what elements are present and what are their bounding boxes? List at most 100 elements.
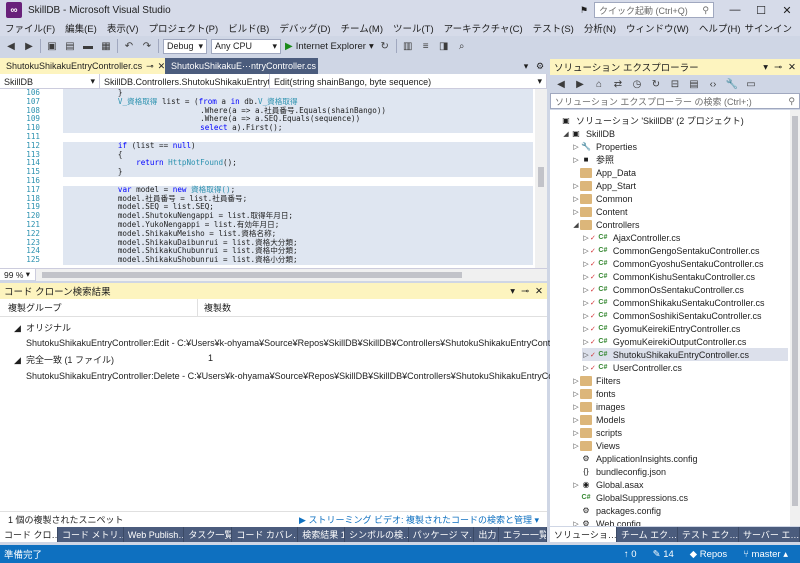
tree-item[interactable]: ▷ fonts [572, 387, 788, 400]
tree-item[interactable]: App_Data [572, 166, 788, 179]
member-dropdown[interactable]: Edit(string shainBango, byte sequence) ▾ [270, 74, 547, 89]
tab-shutoku-controller-preview[interactable]: ShutokuShikakuE···ntryController.cs [165, 58, 318, 74]
close-icon[interactable]: ✕ [535, 286, 543, 297]
code-horizontal-scrollbar[interactable] [36, 268, 547, 281]
bottom-tab[interactable]: 検索結果 1 [298, 527, 345, 542]
save-icon[interactable]: ▬ [81, 39, 95, 53]
history-icon[interactable]: ◷ [630, 77, 644, 91]
push-count[interactable]: ↑ 0 [624, 549, 637, 560]
expand-arrow-icon[interactable]: ▷ [572, 403, 580, 411]
tree-item[interactable]: ▷ Models [572, 413, 788, 426]
tree-item[interactable]: ▷ ✓ C# CommonOsSentakuController.cs [582, 283, 788, 296]
expand-arrow-icon[interactable]: ▷ [572, 143, 580, 151]
clone-result-row[interactable]: ShutokuShikakuEntryController:Delete - C… [26, 371, 578, 381]
column-header-group[interactable]: 複製グループ [0, 298, 198, 317]
undo-icon[interactable]: ↶ [122, 39, 136, 53]
scrollbar-thumb[interactable] [42, 271, 462, 278]
streaming-video-link[interactable]: ▶ ストリーミング ビデオ: 複製されたコードの検索と管理 ▾ [299, 513, 539, 526]
solution-bottom-tab[interactable]: ソリューショ… [550, 527, 617, 542]
close-button[interactable]: ✕ [774, 0, 800, 20]
bookmark-icon[interactable]: ◨ [437, 39, 451, 53]
bottom-tab[interactable]: Web Publish… [124, 527, 185, 542]
feedback-flag-icon[interactable]: ⚑ [580, 5, 588, 16]
tree-item[interactable]: ▷ ✓ C# CommonShikakuSentakuController.cs [582, 296, 788, 309]
tree-item[interactable]: {} bundleconfig.json [572, 465, 788, 478]
close-icon[interactable]: ✕ [788, 62, 796, 73]
show-all-files-icon[interactable]: ▤ [687, 77, 701, 91]
expand-arrow-icon[interactable]: ▷ [582, 234, 590, 242]
clone-group-exact[interactable]: ◢ 完全一致 (1 ファイル) [14, 353, 114, 366]
properties-icon[interactable]: 🔧 [725, 77, 739, 91]
expand-arrow-icon[interactable]: ▷ [582, 338, 590, 346]
expand-arrow-icon[interactable]: ▷ [582, 260, 590, 268]
expand-arrow-icon[interactable]: ▷ [572, 442, 580, 450]
expand-arrow-icon[interactable]: ▷ [572, 208, 580, 216]
expand-arrow-icon[interactable]: ▷ [582, 364, 590, 372]
expand-arrow-icon[interactable]: ▷ [572, 182, 580, 190]
expand-arrow-icon[interactable]: ▷ [572, 156, 580, 164]
platform-select[interactable]: Any CPU ▾ [211, 38, 281, 54]
menu-item[interactable]: ヘルプ(H) [694, 21, 746, 35]
back-icon[interactable]: ◀ [554, 77, 568, 91]
view-code-icon[interactable]: ‹› [706, 77, 720, 91]
menu-item[interactable]: 表示(V) [102, 21, 144, 35]
solution-config-select[interactable]: Debug ▾ [163, 38, 207, 54]
signin-link[interactable]: サインイン [744, 20, 792, 36]
tree-item[interactable]: ▷ ✓ C# GyomuKeirekiEntryController.cs [582, 322, 788, 335]
tree-item[interactable]: ▷ Content [572, 205, 788, 218]
tree-item[interactable]: ⚙ packages.config [572, 504, 788, 517]
menu-item[interactable]: ツール(T) [388, 21, 439, 35]
expand-arrow-icon[interactable]: ◢ [562, 130, 570, 138]
zoom-level[interactable]: 99 % ▾ [0, 268, 36, 281]
class-dropdown[interactable]: SkillDB.Controllers.ShutokuShikakuEntryt… [100, 74, 270, 89]
code-editor[interactable]: 106 } 107 V_資格取得 list = (from a in db.V_資… [0, 89, 547, 268]
tree-item[interactable]: C# GlobalSuppressions.cs [572, 491, 788, 504]
solution-vertical-scrollbar[interactable] [790, 110, 800, 526]
pin-icon[interactable]: ⊸ [774, 62, 782, 73]
expand-arrow-icon[interactable]: ◢ [14, 355, 21, 365]
bottom-tab[interactable]: エラー一覧 [499, 527, 547, 542]
refresh-icon[interactable]: ↻ [378, 39, 392, 53]
tab-list-icon[interactable]: ▾ [519, 58, 533, 74]
bottom-tab[interactable]: 出力 [474, 527, 499, 542]
tree-item[interactable]: ▷ Common [572, 192, 788, 205]
tree-item[interactable]: ▷ ✓ C# AjaxController.cs [582, 231, 788, 244]
tree-item[interactable]: ⚙ ApplicationInsights.config [572, 452, 788, 465]
menu-item[interactable]: アーキテクチャ(C) [439, 21, 528, 35]
menu-item[interactable]: プロジェクト(P) [143, 21, 223, 35]
tree-item[interactable]: ▷ scripts [572, 426, 788, 439]
menu-item[interactable]: テスト(S) [528, 21, 579, 35]
chevron-down-icon[interactable]: ▾ [510, 286, 515, 297]
expand-arrow-icon[interactable]: ▷ [572, 481, 580, 489]
toolbox-icon[interactable]: ▥ [401, 39, 415, 53]
sync-icon[interactable]: ⇄ [611, 77, 625, 91]
quick-launch-input[interactable]: クイック起動 (Ctrl+Q) ⚲ [594, 2, 714, 18]
pin-icon[interactable]: ⊸ [521, 286, 529, 297]
menu-item[interactable]: 編集(E) [60, 21, 102, 35]
settings-icon[interactable]: ⚙ [533, 58, 547, 74]
bottom-tab[interactable]: コード メトリ… [58, 527, 124, 542]
expand-arrow-icon[interactable]: ▷ [582, 299, 590, 307]
tree-item[interactable]: ▷ Views [572, 439, 788, 452]
comment-icon[interactable]: ≡ [419, 39, 433, 53]
bottom-tab[interactable]: パッケージ マ… [409, 527, 475, 542]
bottom-tab[interactable]: シンボルの検… [345, 527, 409, 542]
tree-item[interactable]: ▷ ✓ C# CommonGengoSentakuController.cs [582, 244, 788, 257]
tree-item[interactable]: ◢ ▣ SkillDB [562, 127, 788, 140]
start-debug-button[interactable]: ▶ Internet Explorer ▾ [285, 41, 374, 52]
expand-arrow-icon[interactable]: ▷ [572, 377, 580, 385]
tree-item[interactable]: ▷ ✓ C# CommonKishuSentakuController.cs [582, 270, 788, 283]
expand-arrow-icon[interactable]: ▷ [582, 286, 590, 294]
tree-item[interactable]: ▷ ✓ C# ShutokuShikakuEntryController.cs [582, 348, 788, 361]
expand-arrow-icon[interactable]: ▷ [572, 429, 580, 437]
tree-item[interactable]: ▷ ◉ Global.asax [572, 478, 788, 491]
pin-icon[interactable]: ⊸ [142, 61, 154, 72]
tree-item[interactable]: ▷ images [572, 400, 788, 413]
expand-arrow-icon[interactable]: ▷ [582, 325, 590, 333]
solution-bottom-tab[interactable]: サーバー エ… [739, 527, 800, 542]
scrollbar-thumb[interactable] [792, 116, 798, 506]
tree-item[interactable]: ▷ ✓ C# GyomuKeirekiOutputController.cs [582, 335, 788, 348]
tab-shutoku-controller[interactable]: ShutokuShikakuEntryController.cs ⊸ ✕ [0, 58, 165, 74]
close-icon[interactable]: ✕ [154, 61, 166, 72]
expand-arrow-icon[interactable]: ▷ [572, 416, 580, 424]
